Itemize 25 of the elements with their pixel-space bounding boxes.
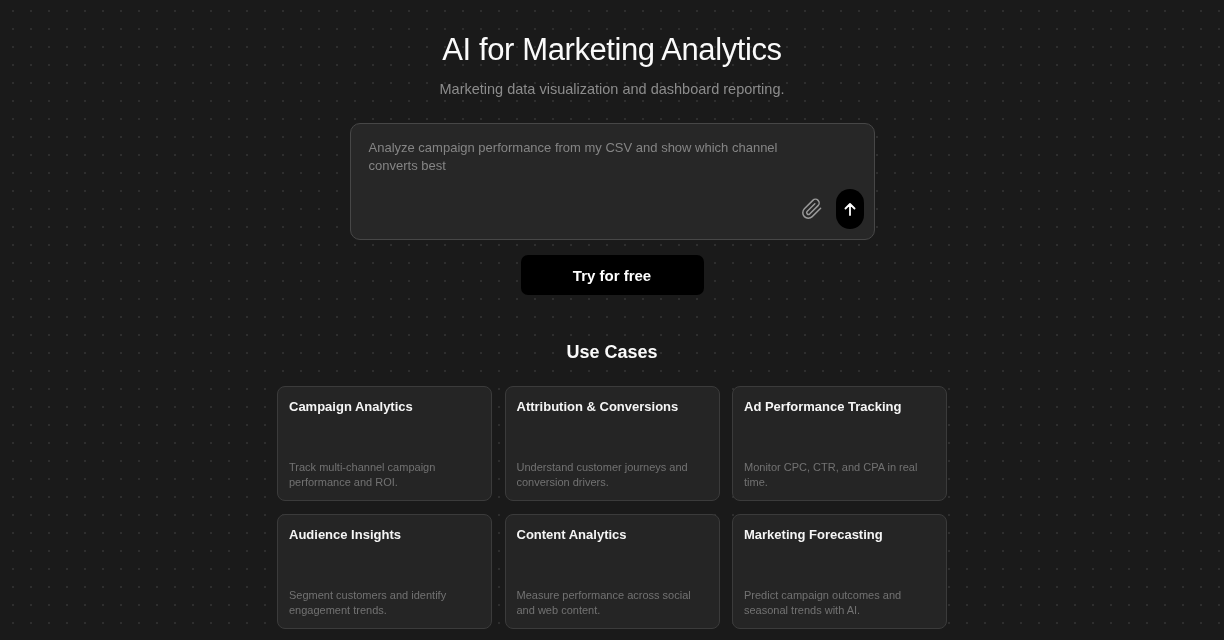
card-description: Understand customer journeys and conversion drivers. [516, 460, 689, 490]
use-case-card[interactable]: Campaign Analytics Track multi-channel campaign performance and ROI. [277, 386, 492, 501]
card-title: Content Analytics [516, 527, 628, 543]
card-title: Audience Insights [289, 527, 402, 543]
card-title: Campaign Analytics [289, 399, 414, 415]
card-description: Track multi-channel campaign performance and ROI. [289, 460, 437, 490]
page-subtitle: Marketing data visualization and dashboard reporting. [439, 80, 785, 99]
use-case-card[interactable]: Marketing Forecasting Predict campaign outcomes and seasonal trends with AI. [732, 514, 947, 629]
use-case-card[interactable]: Audience Insights Segment customers and identify engagement trends. [277, 514, 492, 629]
use-case-card[interactable]: Attribution & Conversions Understand customer journeys and conversion drivers. [504, 386, 720, 501]
section-heading: Use Cases [566, 341, 658, 364]
card-title: Marketing Forecasting [744, 527, 884, 543]
card-title: Attribution & Conversions [516, 399, 680, 415]
card-description: Predict campaign outcomes and seasonal trends with AI. [744, 588, 903, 618]
use-case-card[interactable]: Content Analytics Measure performance across social and web content. [504, 514, 720, 629]
prompt-field[interactable]: Analyze campaign performance from my CSV and show which channel converts best [349, 123, 875, 240]
card-description: Segment customers and identify engagement trends. [289, 588, 448, 618]
use-case-card[interactable]: Ad Performance Tracking Monitor CPC, CTR, and CPA in real time. [732, 386, 947, 501]
card-description: Measure performance across social and web content. [516, 588, 692, 618]
arrow-up-icon [843, 202, 856, 216]
page-title: AI for Marketing Analytics [442, 31, 782, 69]
card-title: Ad Performance Tracking [744, 399, 903, 415]
paperclip-icon[interactable] [800, 198, 823, 220]
try-free-button[interactable]: Try for free [520, 255, 704, 295]
card-description: Monitor CPC, CTR, and CPA in real time. [744, 460, 919, 490]
